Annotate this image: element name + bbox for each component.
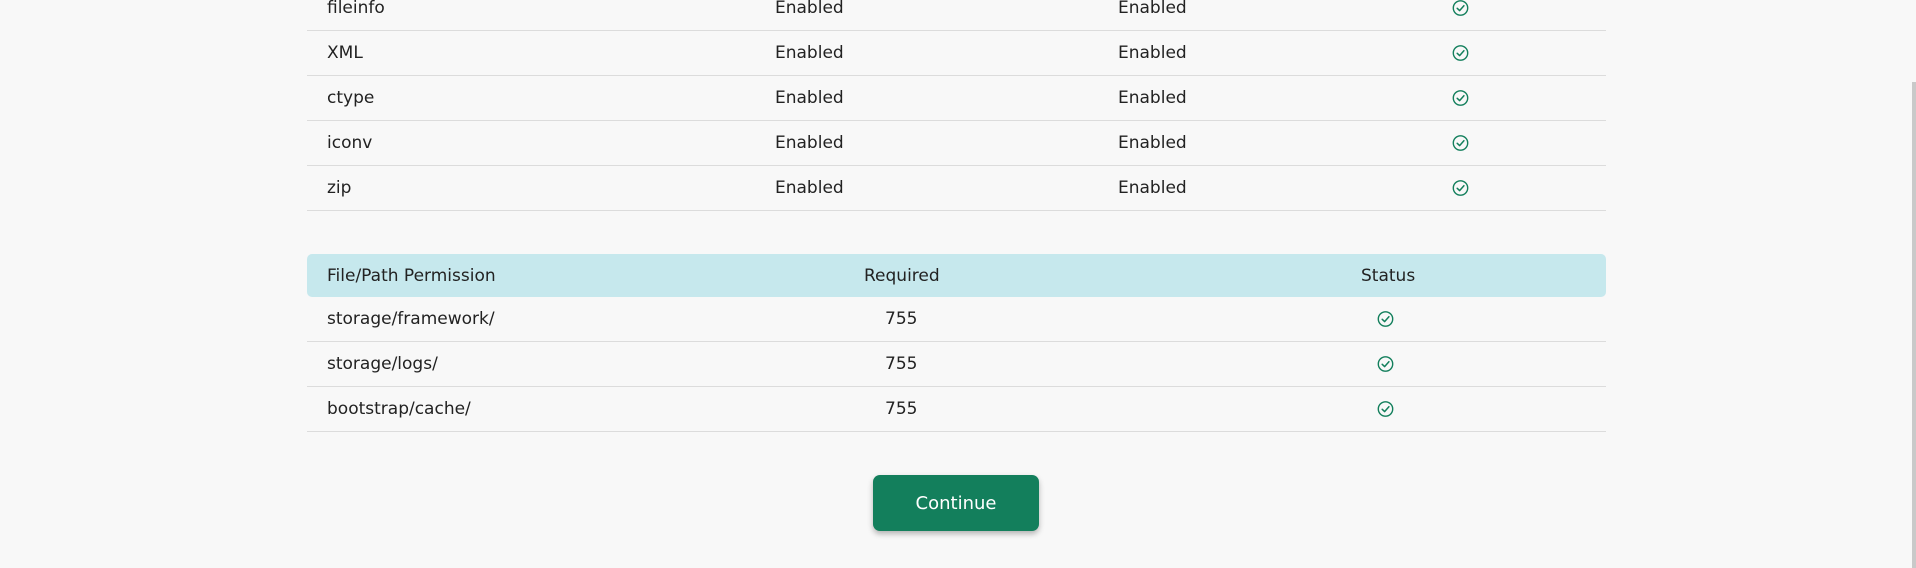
path-name: storage/framework/ — [327, 309, 495, 329]
current-value: Enabled — [1118, 88, 1187, 108]
required-value: Enabled — [775, 133, 844, 153]
permissions-table-header: File/Path Permission Required Status — [307, 254, 1606, 297]
extension-name: XML — [327, 43, 363, 63]
table-row: fileinfo Enabled Enabled — [307, 0, 1606, 31]
table-row: bootstrap/cache/ 755 — [307, 387, 1606, 432]
extension-name: iconv — [327, 133, 373, 153]
check-circle-icon — [1452, 45, 1469, 62]
check-circle-icon — [1452, 180, 1469, 197]
header-required: Required — [864, 265, 940, 286]
extension-name: zip — [327, 178, 352, 198]
scrollbar-thumb[interactable] — [1912, 82, 1916, 568]
required-value: Enabled — [775, 88, 844, 108]
required-value: Enabled — [775, 43, 844, 63]
required-permission: 755 — [885, 309, 918, 329]
check-circle-icon — [1377, 401, 1394, 418]
current-value: Enabled — [1118, 133, 1187, 153]
header-status: Status — [1361, 265, 1416, 286]
required-permission: 755 — [885, 354, 918, 374]
check-circle-icon — [1452, 90, 1469, 107]
current-value: Enabled — [1118, 178, 1187, 198]
permissions-table: File/Path Permission Required Status sto… — [307, 254, 1606, 432]
required-value: Enabled — [775, 0, 844, 18]
table-row: ctype Enabled Enabled — [307, 76, 1606, 121]
current-value: Enabled — [1118, 43, 1187, 63]
table-row: storage/logs/ 755 — [307, 342, 1606, 387]
required-permission: 755 — [885, 399, 918, 419]
extensions-table: fileinfo Enabled Enabled XML Enabled Ena… — [307, 0, 1606, 211]
current-value: Enabled — [1118, 0, 1187, 18]
table-row: iconv Enabled Enabled — [307, 121, 1606, 166]
path-name: bootstrap/cache/ — [327, 399, 471, 419]
table-row: storage/framework/ 755 — [307, 297, 1606, 342]
continue-button[interactable]: Continue — [873, 475, 1039, 531]
extension-name: ctype — [327, 88, 375, 108]
check-circle-icon — [1377, 356, 1394, 373]
installer-requirements-page: fileinfo Enabled Enabled XML Enabled Ena… — [0, 0, 1916, 568]
check-circle-icon — [1452, 135, 1469, 152]
required-value: Enabled — [775, 178, 844, 198]
path-name: storage/logs/ — [327, 354, 438, 374]
check-circle-icon — [1377, 311, 1394, 328]
check-circle-icon — [1452, 0, 1469, 17]
header-file-path-permission: File/Path Permission — [327, 265, 496, 286]
extension-name: fileinfo — [327, 0, 385, 18]
table-row: zip Enabled Enabled — [307, 166, 1606, 211]
table-row: XML Enabled Enabled — [307, 31, 1606, 76]
